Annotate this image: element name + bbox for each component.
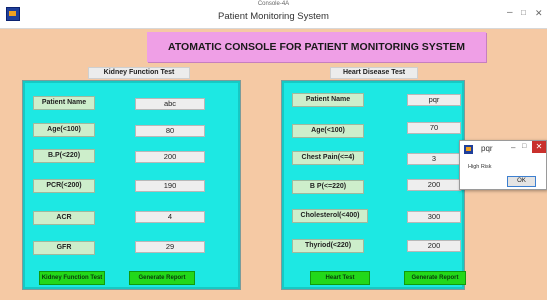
dialog-app-icon xyxy=(464,145,473,154)
kidney-input-bp[interactable]: 200 xyxy=(135,151,205,163)
kidney-input-gfr[interactable]: 29 xyxy=(135,241,205,253)
dialog-close-icon[interactable]: ✕ xyxy=(532,141,546,153)
kidney-label-acr: ACR xyxy=(33,211,95,225)
risk-dialog: pqr – □ ✕ High Risk OK xyxy=(459,140,547,190)
console-banner: ATOMATIC CONSOLE FOR PATIENT MONITORING … xyxy=(147,32,486,62)
dialog-ok-button[interactable]: OK xyxy=(507,176,536,187)
close-icon[interactable]: ✕ xyxy=(535,8,543,18)
heart-label-age: Age(<100) xyxy=(292,124,364,138)
kidney-label-pcr: PCR(<200) xyxy=(33,179,95,193)
heart-input-bp[interactable]: 200 xyxy=(407,179,461,191)
kidney-input-patient-name[interactable]: abc xyxy=(135,98,205,110)
heart-input-cholesterol[interactable]: 300 xyxy=(407,211,461,223)
maximize-icon[interactable]: □ xyxy=(521,8,526,18)
dialog-maximize-icon[interactable]: □ xyxy=(522,143,526,150)
heart-input-patient-name[interactable]: pqr xyxy=(407,94,461,106)
kidney-input-pcr[interactable]: 190 xyxy=(135,180,205,192)
heart-label-thyroid: Thyriod(<220) xyxy=(292,239,364,253)
heart-input-age[interactable]: 70 xyxy=(407,122,461,134)
kidney-label-age: Age(<100) xyxy=(33,123,95,137)
kidney-input-age[interactable]: 80 xyxy=(135,125,205,137)
heart-generate-report-button[interactable]: Generate Report xyxy=(404,271,466,285)
kidney-label-bp: B.P(<220) xyxy=(33,149,95,163)
kidney-input-acr[interactable]: 4 xyxy=(135,211,205,223)
window-title-bar: Console-4A Patient Monitoring System – □… xyxy=(0,0,547,29)
heart-panel: Patient Name pqr Age(<100) 70 Chest Pain… xyxy=(281,80,466,290)
heart-test-button[interactable]: Heart Test xyxy=(310,271,370,285)
banner-title: ATOMATIC CONSOLE FOR PATIENT MONITORING … xyxy=(168,41,465,53)
kidney-label-patient-name: Patient Name xyxy=(33,96,95,110)
kidney-panel: Patient Name abc Age(<100) 80 B.P(<220) … xyxy=(22,80,241,290)
dialog-title: pqr xyxy=(481,144,493,153)
heart-input-thyroid[interactable]: 200 xyxy=(407,240,461,252)
minimize-icon[interactable]: – xyxy=(507,8,513,18)
heart-section-title: Heart Disease Test xyxy=(330,67,418,79)
window-superscript: Console-4A xyxy=(257,1,290,7)
heart-label-cholesterol: Cholesterol(<400) xyxy=(292,209,368,223)
kidney-generate-report-button[interactable]: Generate Report xyxy=(129,271,195,285)
dialog-minimize-icon[interactable]: – xyxy=(511,143,515,152)
kidney-section-title: Kidney Function Test xyxy=(88,67,190,79)
heart-label-chest-pain: Chest Pain(<=4) xyxy=(292,151,364,165)
kidney-function-test-button[interactable]: Kidney Function Test xyxy=(39,271,105,285)
window-title: Patient Monitoring System xyxy=(218,11,329,22)
heart-label-patient-name: Patient Name xyxy=(292,93,364,107)
heart-label-bp: B P(<=220) xyxy=(292,180,364,194)
heart-input-chest-pain[interactable]: 3 xyxy=(407,153,461,165)
kidney-label-gfr: GFR xyxy=(33,241,95,255)
dialog-message: High Risk xyxy=(468,164,492,170)
